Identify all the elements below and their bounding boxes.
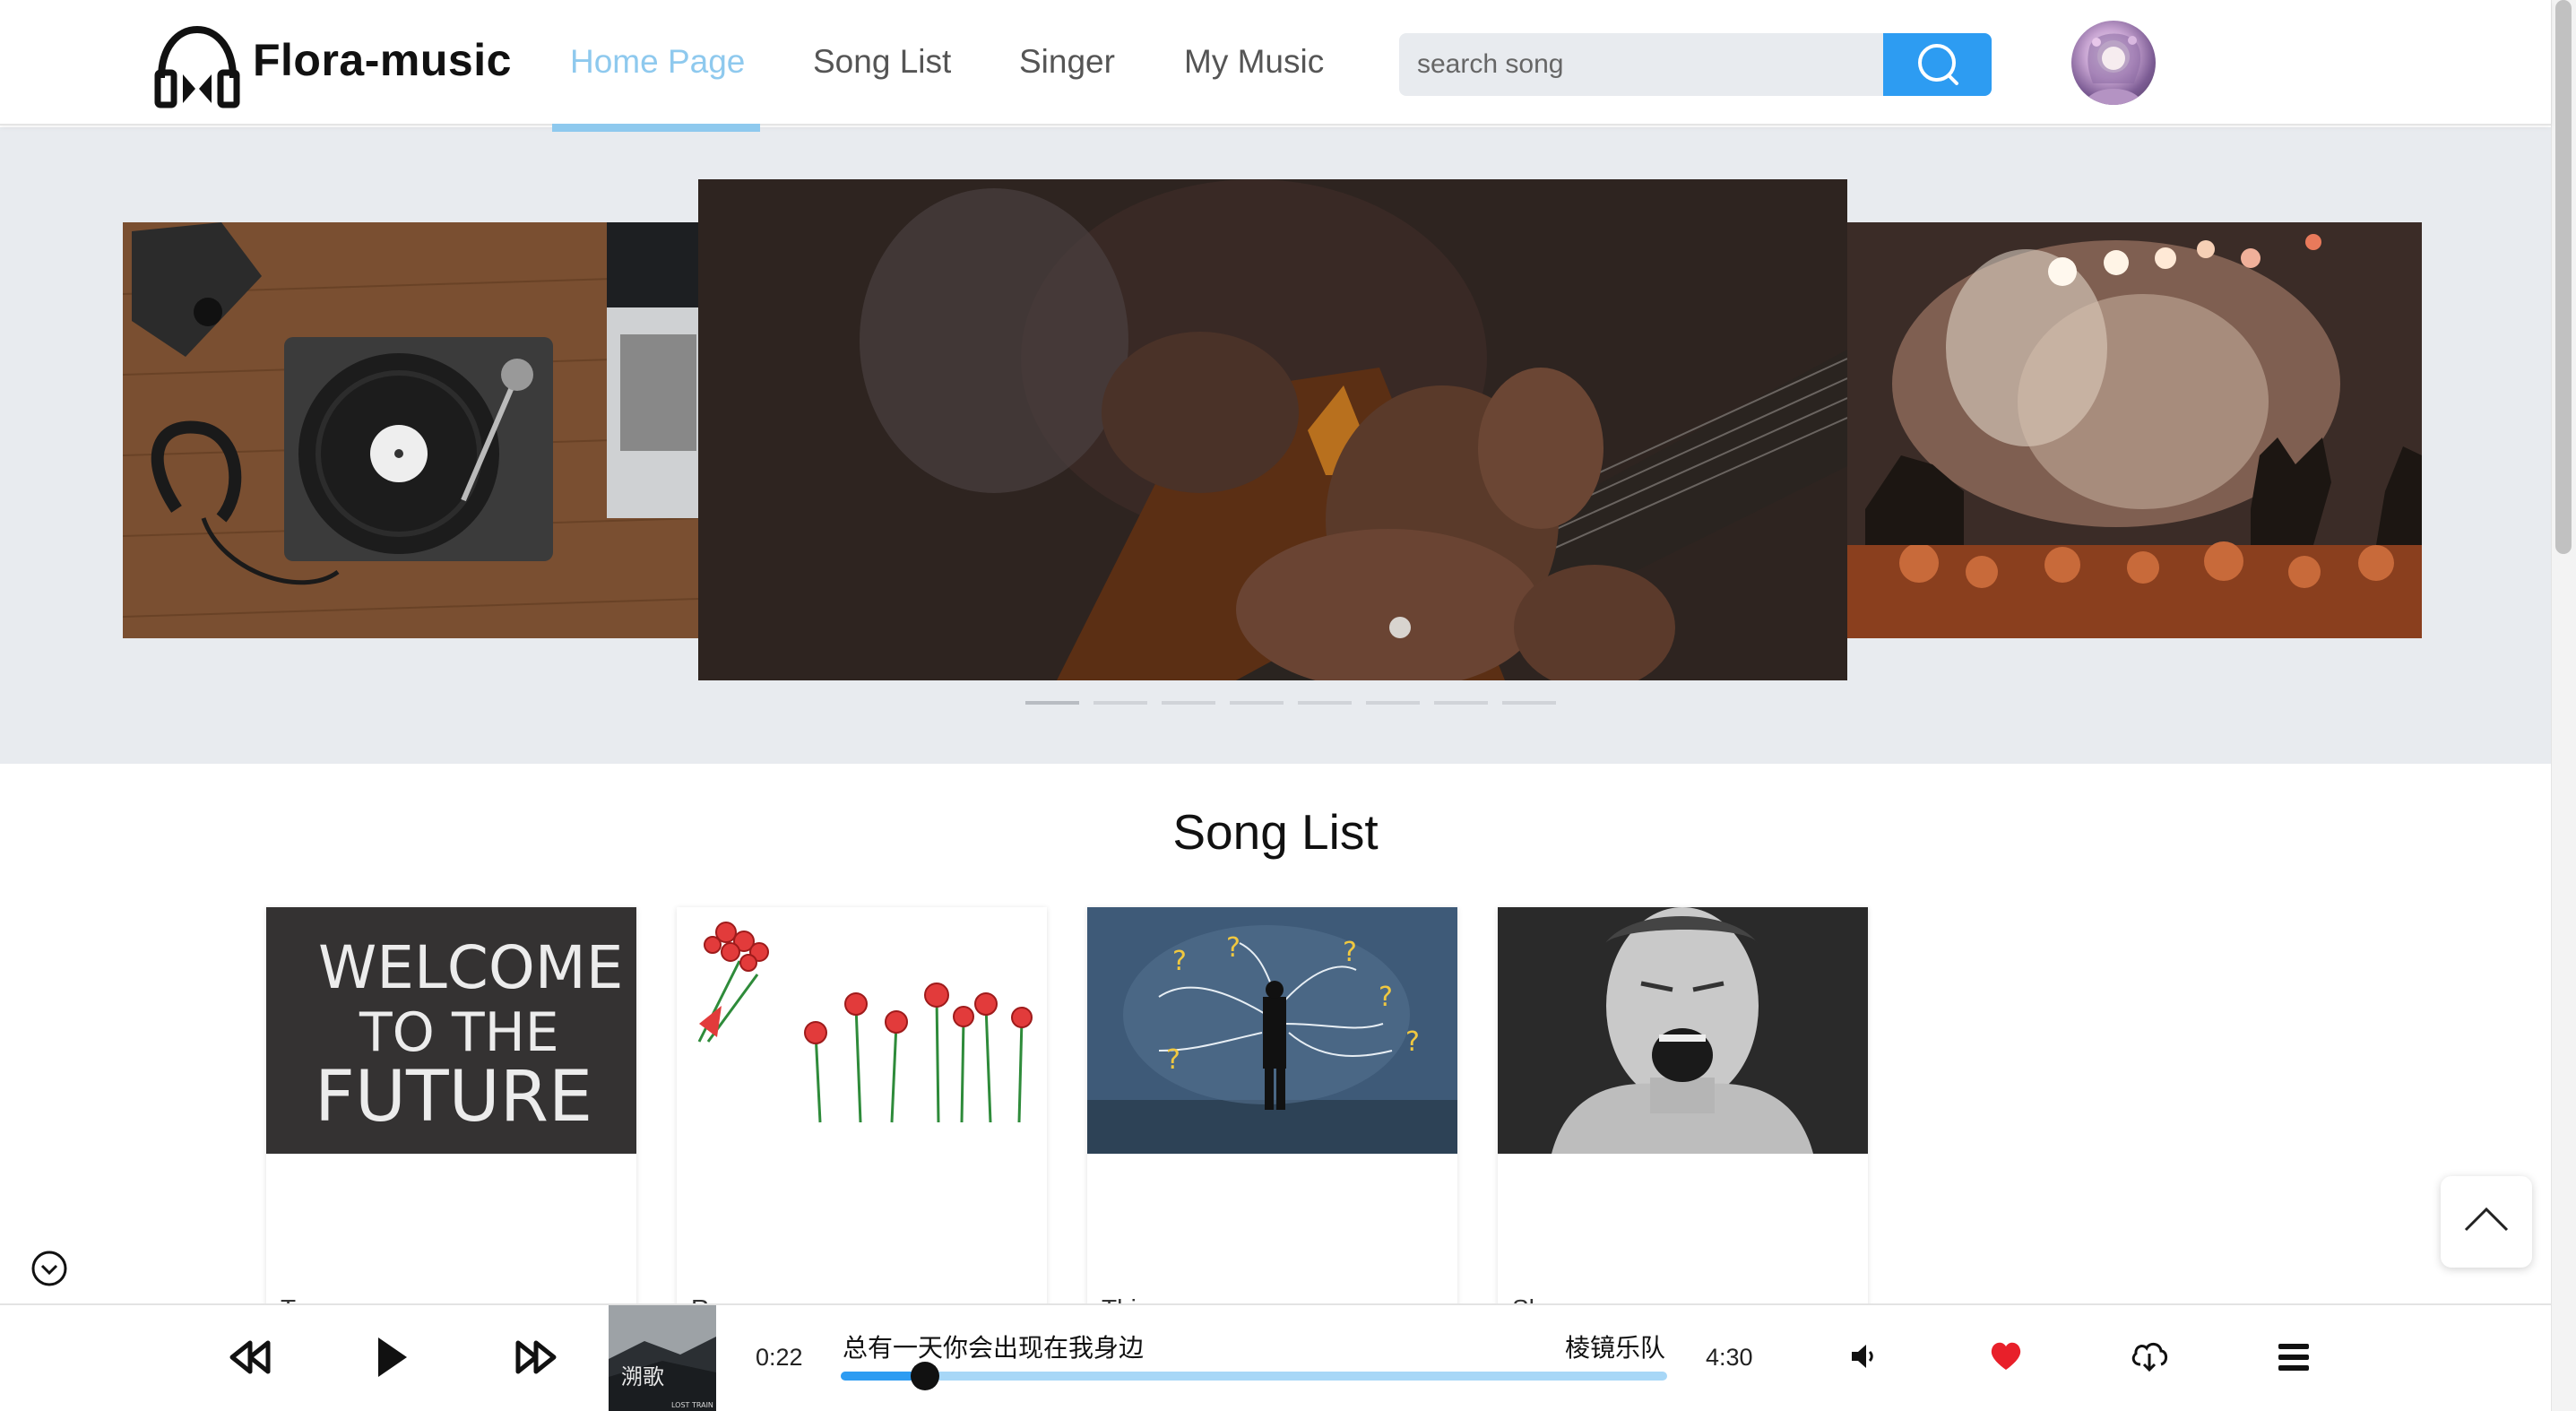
svg-text:?: ?: [1379, 982, 1393, 1013]
card-cover: ??? ???: [1087, 907, 1457, 1154]
carousel-indicator-dot[interactable]: [1434, 701, 1488, 705]
concert-crowd-image: [1847, 222, 2422, 638]
album-caption: LOST TRAIN: [671, 1401, 713, 1409]
headphones-icon[interactable]: [152, 22, 242, 110]
guitar-playing-image: [698, 179, 1847, 680]
card-cover: WELCOME TO THE FUTURE: [266, 907, 636, 1154]
album-cover-image: 溯歌 LOST TRAIN: [609, 1305, 716, 1411]
singer-name[interactable]: 棱镜乐队: [1565, 1329, 1665, 1364]
section-title: Song List: [1172, 804, 1379, 860]
app-name[interactable]: Flora-music: [253, 34, 512, 86]
fast-forward-icon[interactable]: [514, 1339, 558, 1375]
turntable-desk-image: [123, 222, 699, 638]
search-icon: [1918, 44, 1958, 85]
album-cover[interactable]: 溯歌 LOST TRAIN: [609, 1305, 716, 1411]
chevron-up-icon: [2464, 1207, 2509, 1232]
current-time: 0:22: [756, 1344, 803, 1371]
carousel-slide-concert[interactable]: [1847, 222, 2422, 638]
svg-text:?: ?: [1343, 937, 1357, 968]
search-button[interactable]: [1883, 33, 1992, 96]
scrollbar-thumb[interactable]: [2555, 0, 2572, 554]
carousel-indicator-dot[interactable]: [1366, 701, 1420, 705]
heart-icon[interactable]: [1990, 1341, 2022, 1372]
carousel-indicator-dot[interactable]: [1025, 701, 1079, 705]
chalkboard-line-3: FUTURE: [315, 1057, 592, 1138]
app-root: Flora-music Home Page Song List Singer M…: [0, 0, 2576, 1411]
svg-text:?: ?: [1226, 932, 1240, 964]
song-title[interactable]: 总有一天你会出现在我身边: [843, 1329, 1144, 1364]
rewind-icon[interactable]: [229, 1339, 272, 1375]
carousel-indicators: [1025, 701, 1556, 706]
carousel-indicator-dot[interactable]: [1094, 701, 1147, 705]
back-to-top-button[interactable]: [2441, 1176, 2532, 1268]
chevron-down-circle-icon[interactable]: [30, 1250, 68, 1287]
banner-carousel: [0, 127, 2551, 764]
progress-handle[interactable]: [911, 1362, 940, 1390]
user-avatar[interactable]: [2071, 21, 2156, 105]
total-time: 4:30: [1706, 1344, 1753, 1371]
screaming-woman-image: [1498, 907, 1868, 1154]
nav-home-page[interactable]: Home Page: [570, 43, 745, 81]
music-player-bar: 溯歌 LOST TRAIN 0:22 总有一天你会出现在我身边 棱镜乐队 4:3…: [0, 1303, 2551, 1411]
chalkboard-image: WELCOME TO THE FUTURE: [266, 907, 636, 1154]
card-cover: [1498, 907, 1868, 1154]
roses-image: [677, 907, 1047, 1154]
playlist-icon[interactable]: [2277, 1341, 2311, 1373]
nav-song-list[interactable]: Song List: [813, 43, 951, 81]
search-input[interactable]: [1399, 33, 1884, 96]
carousel-slide-turntable[interactable]: [123, 222, 699, 638]
svg-text:?: ?: [1166, 1044, 1180, 1076]
nav-my-music[interactable]: My Music: [1184, 43, 1324, 81]
svg-text:?: ?: [1172, 946, 1187, 977]
carousel-indicator-dot[interactable]: [1162, 701, 1215, 705]
chalkboard-line-2: TO THE: [359, 1001, 559, 1064]
album-title-art: 溯歌: [621, 1364, 664, 1389]
carousel-slide-guitar[interactable]: [698, 179, 1847, 680]
carousel-indicator-dot[interactable]: [1298, 701, 1352, 705]
avatar-image: [2084, 33, 2143, 105]
carousel-indicator-dot[interactable]: [1230, 701, 1284, 705]
chalkboard-line-1: WELCOME: [318, 933, 623, 1002]
progress-bar[interactable]: [841, 1362, 1667, 1390]
question-marks-image: ??? ???: [1087, 907, 1457, 1154]
card-cover: [677, 907, 1047, 1154]
nav-active-indicator: [552, 124, 760, 132]
play-icon[interactable]: [375, 1334, 411, 1381]
carousel-indicator-dot[interactable]: [1502, 701, 1556, 705]
svg-text:?: ?: [1405, 1026, 1420, 1058]
volume-icon[interactable]: [1849, 1341, 1880, 1372]
nav-singer[interactable]: Singer: [1019, 43, 1115, 81]
top-header: Flora-music Home Page Song List Singer M…: [0, 0, 2551, 132]
cloud-download-icon[interactable]: [2130, 1339, 2169, 1373]
